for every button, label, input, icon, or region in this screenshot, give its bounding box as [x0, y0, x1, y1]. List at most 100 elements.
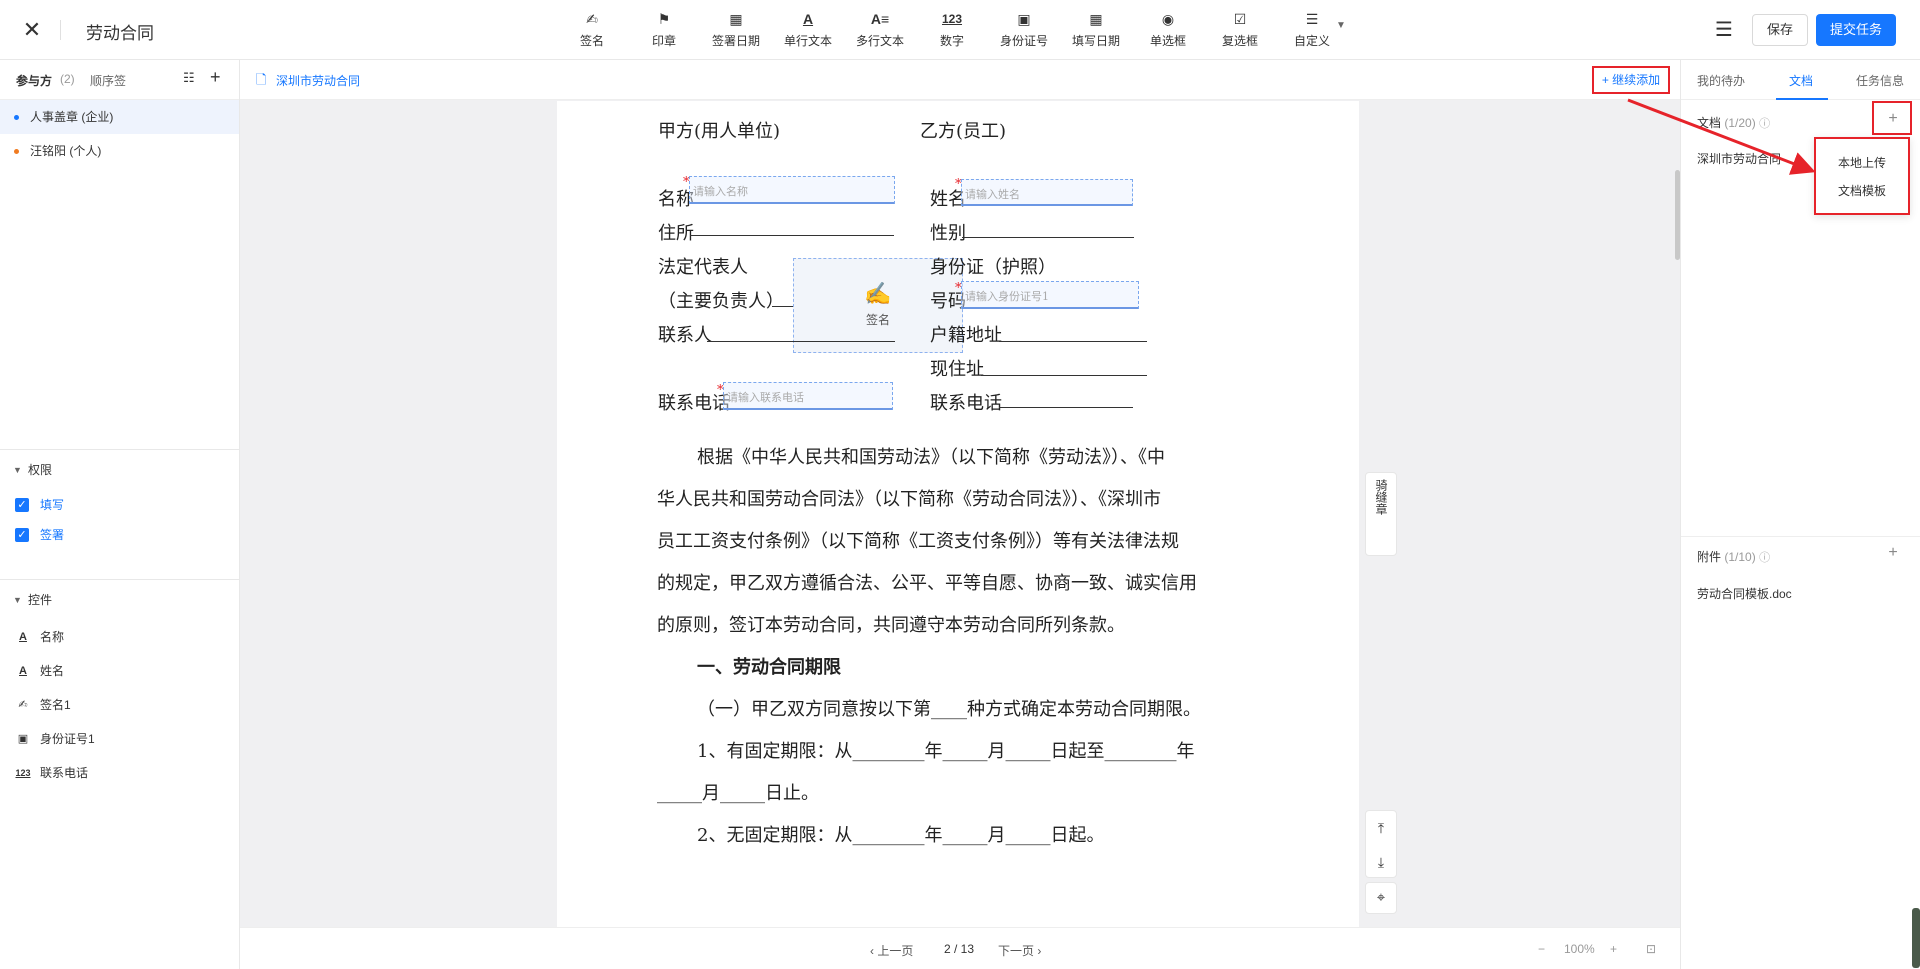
top-toolbar: ✕ 劳动合同 ✍ 签名 ⚑ 印章 ▦ 签署日期 A 单行文本 A≡ 多行文本 123 数字 …: [0, 0, 1920, 60]
tool-label: 单行文本: [783, 34, 832, 48]
controls-title[interactable]: ▼ 控件: [0, 580, 239, 620]
scroll-bottom-icon[interactable]: ⤓: [1366, 845, 1396, 879]
control-item[interactable]: A 姓名: [0, 654, 239, 688]
tool-label: 身份证号: [999, 34, 1048, 48]
calendar-icon: ▦: [1089, 10, 1103, 27]
participants-header: 参与方 (2) 顺序签 ☷ +: [0, 60, 239, 100]
menu-item-local-upload[interactable]: 本地上传: [1816, 149, 1908, 177]
multiline-text-icon: A≡: [870, 11, 890, 27]
id-label: 身份证（护照）: [930, 257, 1056, 278]
control-item[interactable]: ▣ 身份证号1: [0, 722, 239, 756]
id-number-field[interactable]: 请输入身份证号1: [961, 281, 1139, 309]
next-page-button[interactable]: 下一页 ›: [998, 942, 1041, 959]
info-icon: ⓘ: [1759, 118, 1771, 130]
document-name[interactable]: 深圳市劳动合同: [276, 72, 360, 89]
tool-fill-date[interactable]: ▦ 填写日期: [1060, 8, 1132, 54]
tool-label: 复选框: [1221, 34, 1258, 48]
save-button[interactable]: 保存: [1752, 14, 1808, 46]
document-list-item[interactable]: 深圳市劳动合同: [1697, 150, 1781, 167]
continue-add-button[interactable]: + 继续添加: [1592, 66, 1670, 94]
chevron-down-icon[interactable]: ▼: [1336, 20, 1346, 31]
party-a-heading: 甲方(用人单位): [658, 121, 781, 142]
underline: [999, 407, 1133, 408]
permission-sign-checkbox[interactable]: ✓ 签署: [0, 520, 239, 550]
permissions-title[interactable]: ▼ 权限: [0, 450, 239, 490]
tool-custom[interactable]: ☰ 自定义: [1276, 8, 1348, 54]
paragraph-line: 员工工资支付条例》（以下简称《工资支付条例》）等有关法律法规: [657, 531, 1179, 552]
tool-label: 单选框: [1149, 34, 1186, 48]
tab-participants[interactable]: 参与方: [16, 72, 52, 89]
submit-task-button[interactable]: 提交任务: [1816, 14, 1896, 46]
checkbox-checked-icon: ✓: [15, 528, 29, 542]
control-item[interactable]: A 名称: [0, 620, 239, 654]
locate-icon[interactable]: ⌖: [1365, 882, 1397, 914]
underline: [999, 341, 1147, 342]
b-phone-label: 联系电话: [930, 393, 1002, 414]
tool-label: 多行文本: [855, 34, 904, 48]
control-toolbar: ✍ 签名 ⚑ 印章 ▦ 签署日期 A 单行文本 A≡ 多行文本 123 数字 ▣ 身份证号 ▦…: [556, 8, 1348, 54]
current-address-label: 现住址: [930, 359, 984, 380]
zoom-in-button[interactable]: +: [1610, 942, 1617, 956]
permission-label: 签署: [40, 528, 65, 542]
zoom-level: 100%: [1564, 942, 1595, 956]
full-name-field[interactable]: 请输入姓名: [961, 179, 1133, 206]
fit-page-icon[interactable]: ⊡: [1646, 942, 1656, 956]
paragraph-line: 根据《中华人民共和国劳动法》（以下简称《劳动法》）、《中: [697, 447, 1165, 468]
household-label: 户籍地址: [930, 325, 1002, 346]
legal-rep-label: 法定代表人: [658, 257, 748, 278]
party-item[interactable]: 汪铭阳 (个人): [0, 134, 239, 168]
divider: [60, 20, 61, 40]
page-indicator: 2 / 13: [944, 942, 975, 956]
text-icon: A: [19, 631, 27, 643]
name-field[interactable]: 请输入名称: [689, 176, 895, 204]
tab-documents[interactable]: 文档: [1789, 72, 1813, 89]
add-attachment-icon[interactable]: +: [1881, 544, 1905, 562]
tool-label: 数字: [939, 34, 964, 48]
tab-task-info[interactable]: 任务信息: [1856, 72, 1904, 89]
status-dot: [14, 149, 19, 154]
tool-sign-date[interactable]: ▦ 签署日期: [700, 8, 772, 54]
calendar-icon: ▦: [729, 10, 743, 27]
list-order-icon[interactable]: ☷: [183, 70, 195, 86]
zoom-out-button[interactable]: −: [1538, 942, 1545, 956]
close-icon[interactable]: ✕: [20, 18, 44, 42]
section-label: 权限: [28, 463, 53, 477]
signature-icon: ✍: [18, 699, 28, 711]
number-icon: 123: [941, 12, 963, 26]
participants-count: (2): [60, 72, 75, 86]
tool-label: 签名: [579, 34, 604, 48]
tool-label: 印章: [651, 34, 676, 48]
scroll-top-icon[interactable]: ⤒: [1366, 811, 1396, 845]
id-card-icon: ▣: [17, 733, 29, 745]
tab-order-sign[interactable]: 顺序签: [90, 72, 126, 89]
pager-bar: ‹ 上一页 2 / 13 下一页 › − 100% + ⊡: [240, 927, 1680, 969]
control-label: 联系电话: [40, 766, 89, 780]
tab-my-todo[interactable]: 我的待办: [1697, 72, 1745, 89]
underline: [962, 237, 1134, 238]
tool-radio[interactable]: ◉ 单选框: [1132, 8, 1204, 54]
tool-id-number[interactable]: ▣ 身份证号: [988, 8, 1060, 54]
attachment-item[interactable]: 劳动合同模板.doc: [1697, 585, 1792, 602]
control-item[interactable]: ✍ 签名1: [0, 688, 239, 722]
document-bar: 🗋 深圳市劳动合同 + 继续添加: [240, 60, 1680, 100]
tool-checkbox[interactable]: ☑ 复选框: [1204, 8, 1276, 54]
tool-signature[interactable]: ✍ 签名: [556, 8, 628, 54]
attachments-count: (1/10): [1724, 550, 1756, 564]
phone-field[interactable]: 请输入联系电话: [723, 382, 893, 410]
tool-number[interactable]: 123 数字: [916, 8, 988, 54]
tool-multi-text[interactable]: A≡ 多行文本: [844, 8, 916, 54]
controls-section: ▼ 控件 A 名称 A 姓名 ✍ 签名1 ▣ 身份证号1 123 联系电话: [0, 579, 239, 790]
permission-fill-checkbox[interactable]: ✓ 填写: [0, 490, 239, 520]
menu-icon[interactable]: ☰: [1712, 18, 1736, 42]
menu-item-doc-template[interactable]: 文档模板: [1816, 177, 1908, 205]
control-item[interactable]: 123 联系电话: [0, 756, 239, 790]
tool-label: 自定义: [1293, 34, 1330, 48]
radio-icon: ◉: [1161, 10, 1175, 27]
tool-seal[interactable]: ⚑ 印章: [628, 8, 700, 54]
add-participant-icon[interactable]: +: [210, 67, 221, 88]
party-item[interactable]: 人事盖章 (企业): [0, 100, 239, 134]
seam-stamp-button[interactable]: 骑缝章: [1365, 472, 1397, 556]
tool-single-text[interactable]: A 单行文本: [772, 8, 844, 54]
left-panel: 参与方 (2) 顺序签 ☷ + 人事盖章 (企业) 汪铭阳 (个人) ▼ 权限 ✓…: [0, 60, 240, 969]
prev-page-button[interactable]: ‹ 上一页: [870, 942, 913, 959]
